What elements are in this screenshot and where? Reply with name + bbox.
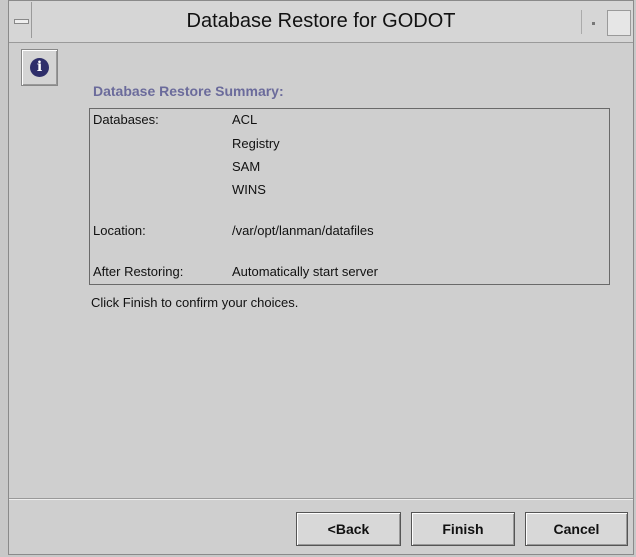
info-button[interactable]: i [21, 49, 58, 86]
database-item: Registry [232, 136, 280, 151]
cancel-button[interactable]: Cancel [525, 512, 628, 546]
back-button[interactable]: <Back [296, 512, 401, 546]
info-icon: i [30, 58, 49, 77]
dialog-window: Database Restore for GODOT i Database Re… [8, 0, 634, 555]
after-restoring-label: After Restoring: [93, 264, 184, 279]
confirm-prompt: Click Finish to confirm your choices. [91, 295, 299, 310]
database-item: ACL [232, 112, 258, 127]
location-value: /var/opt/lanman/datafiles [232, 223, 374, 238]
minimize-icon [592, 22, 595, 25]
finish-button[interactable]: Finish [411, 512, 515, 546]
database-item: SAM [232, 159, 261, 174]
window-title: Database Restore for GODOT [186, 10, 456, 32]
summary-heading: Database Restore Summary: [93, 83, 284, 99]
title-bar[interactable]: Database Restore for GODOT [9, 1, 633, 43]
after-restoring-value: Automatically start server [232, 264, 378, 279]
maximize-button[interactable] [607, 10, 631, 36]
footer-divider [9, 498, 633, 500]
database-item: WINS [232, 182, 266, 197]
location-label: Location: [93, 223, 146, 238]
databases-label: Databases: [93, 112, 159, 127]
minimize-button[interactable] [581, 10, 604, 34]
summary-box: Databases: ACL Registry SAM WINS Locatio… [89, 108, 610, 285]
